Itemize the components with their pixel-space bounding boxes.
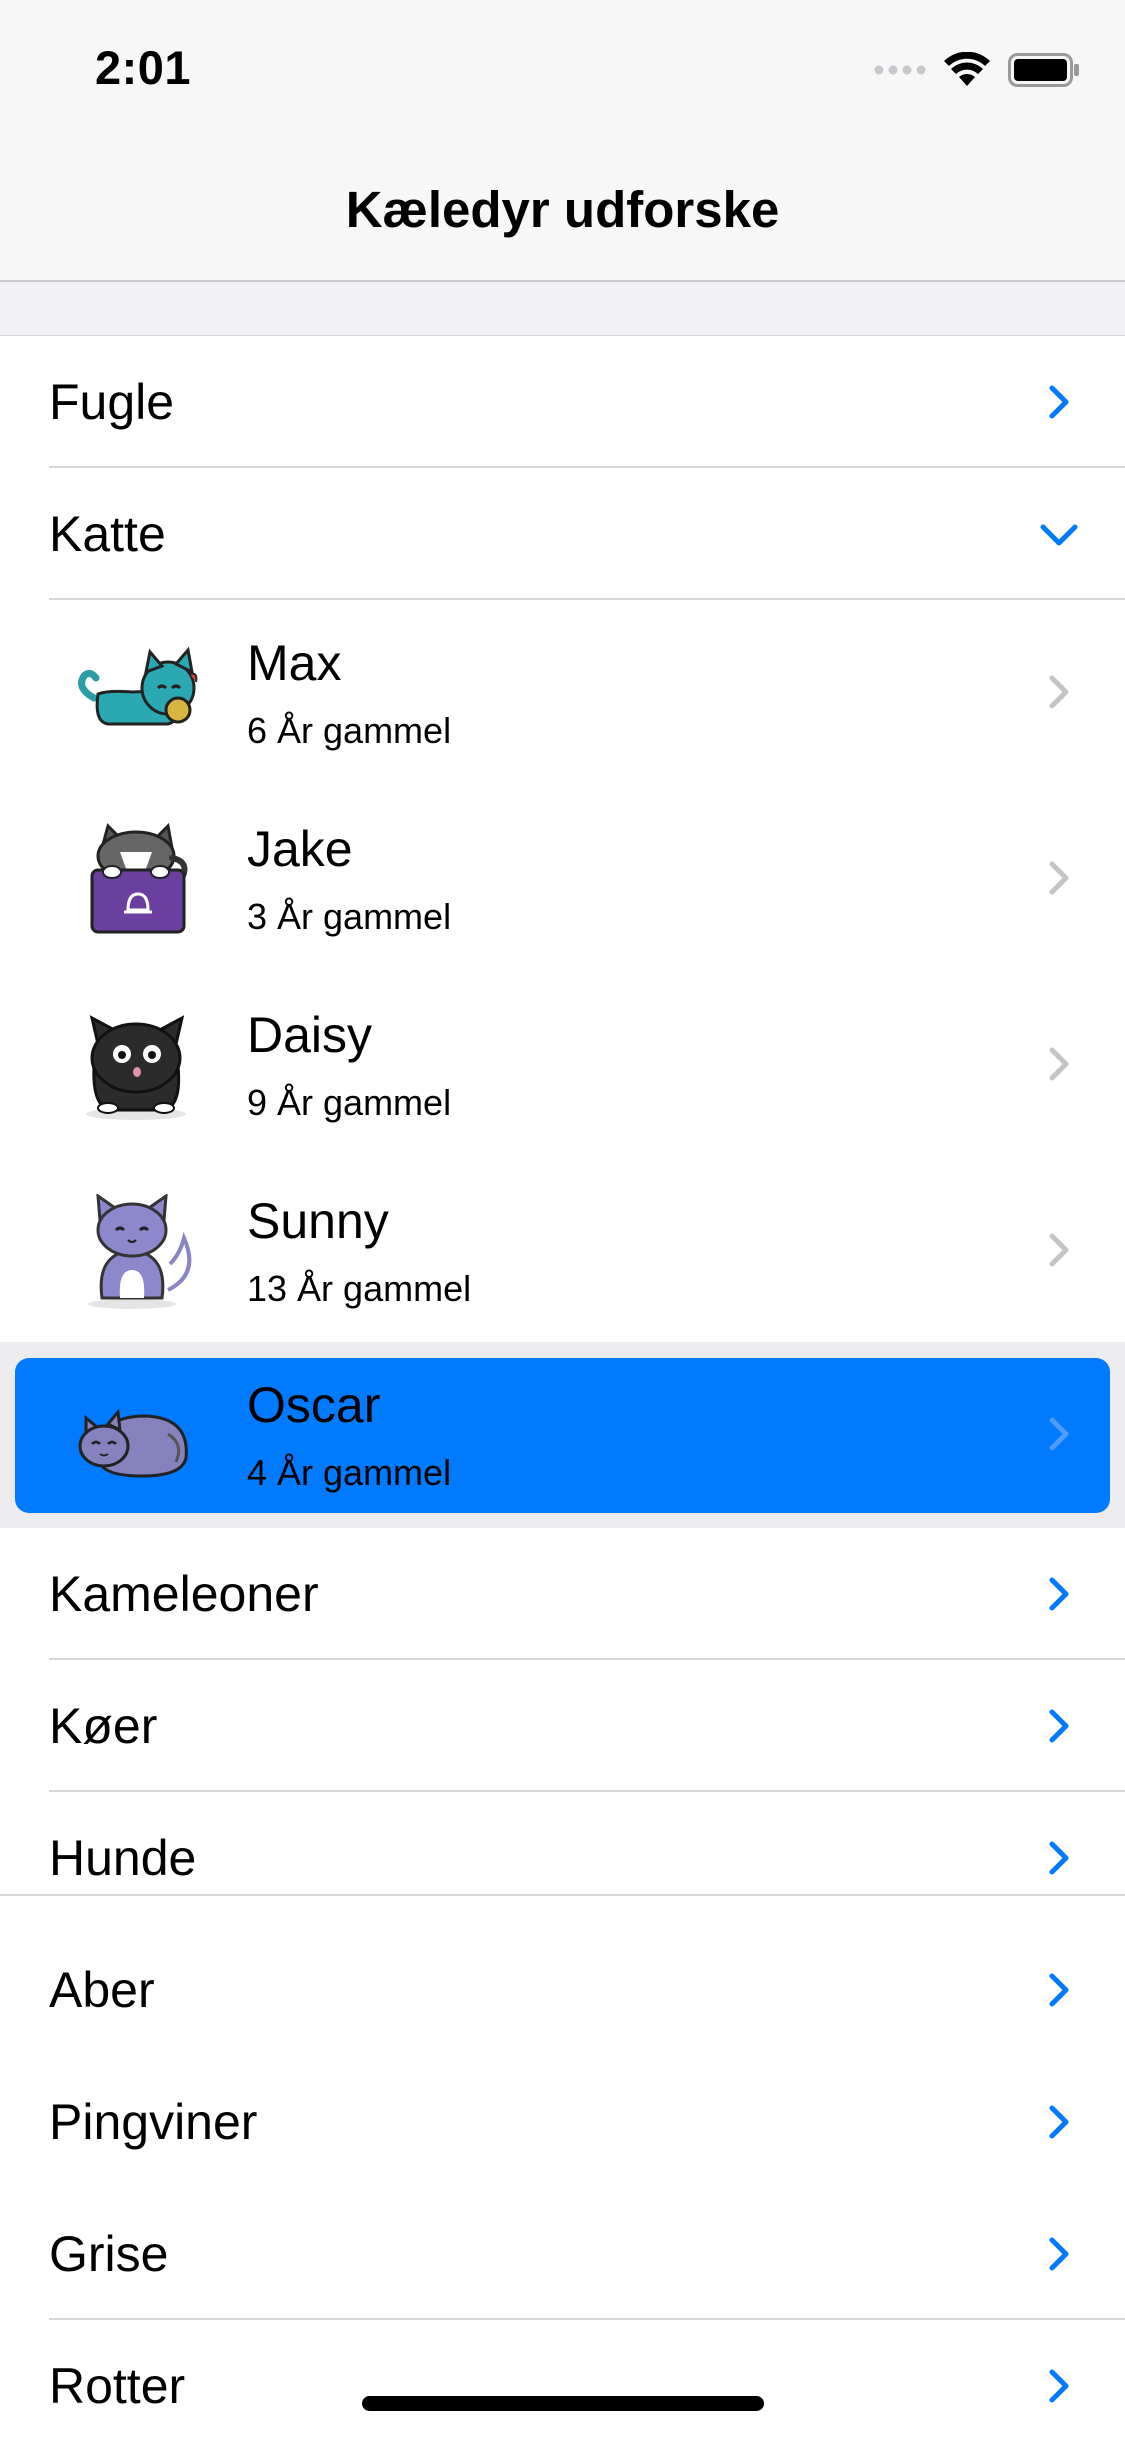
- category-label: Fugle: [49, 374, 175, 430]
- home-indicator[interactable]: [362, 2396, 764, 2411]
- pet-name: Sunny: [247, 1193, 389, 1249]
- chevron-right-icon: [1049, 1233, 1069, 1267]
- pet-name: Daisy: [247, 1007, 373, 1063]
- pet-age: 6 År gammel: [247, 710, 452, 751]
- pet-name: Jake: [247, 821, 353, 877]
- section-header-gap: [0, 282, 1125, 336]
- chevron-right-icon: [1049, 2237, 1069, 2271]
- category-label: Hunde: [49, 1830, 197, 1886]
- category-label: Grise: [49, 2226, 169, 2282]
- category-row-kameleoner[interactable]: Kameleoner: [0, 1528, 1125, 1660]
- pet-name: Oscar: [247, 1377, 381, 1433]
- category-label: Pingviner: [49, 2094, 258, 2150]
- chevron-right-icon: [1049, 1973, 1069, 2007]
- category-row-pingviner[interactable]: Pingviner: [0, 2056, 1125, 2244]
- chevron-down-icon: [1040, 524, 1078, 546]
- category-row-grise[interactable]: Grise: [0, 2188, 1125, 2320]
- chevron-right-icon: [1049, 1841, 1069, 1875]
- status-time: 2:01: [95, 41, 192, 94]
- category-row-katte[interactable]: Katte: [0, 468, 1125, 600]
- category-row-koer[interactable]: Køer: [0, 1660, 1125, 1792]
- category-label: Aber: [49, 1962, 155, 2018]
- chevron-right-icon: [1049, 1577, 1069, 1611]
- pet-row-oscar[interactable]: Oscar 4 År gammel: [0, 1342, 1125, 1528]
- category-row-hunde[interactable]: Hunde: [0, 1792, 1125, 1896]
- battery-icon: [1008, 53, 1079, 87]
- chevron-right-icon: [1049, 861, 1069, 895]
- category-row-rotter[interactable]: Rotter: [0, 2320, 1125, 2436]
- cellular-signal-icon: [874, 65, 926, 75]
- category-label: Katte: [49, 506, 166, 562]
- category-row-fugle[interactable]: Fugle: [0, 336, 1125, 468]
- pet-age: 9 År gammel: [247, 1082, 452, 1123]
- black-cat-icon: [86, 1015, 186, 1120]
- pet-row-daisy[interactable]: Daisy 9 År gammel: [0, 972, 1125, 1158]
- pet-row-jake[interactable]: Jake 3 År gammel: [0, 786, 1125, 972]
- pet-age: 3 År gammel: [247, 896, 452, 937]
- pet-age: 13 År gammel: [247, 1268, 472, 1309]
- chevron-right-icon: [1049, 2369, 1069, 2403]
- chevron-right-icon: [1049, 1047, 1069, 1081]
- status-icons: [874, 50, 1080, 90]
- chevron-right-icon: [1049, 2105, 1069, 2139]
- pet-row-max[interactable]: Max 6 År gammel: [0, 600, 1125, 786]
- category-label: Kameleoner: [49, 1566, 319, 1622]
- chevron-right-icon: [1049, 385, 1069, 419]
- wifi-icon: [944, 52, 990, 86]
- separator: [0, 1894, 1125, 1896]
- navigation-bar: 2:01 Kæledyr udforske: [0, 0, 1125, 282]
- chevron-right-icon: [1049, 1709, 1069, 1743]
- category-label: Køer: [49, 1698, 158, 1754]
- pet-name: Max: [247, 635, 342, 691]
- cat-on-box-icon: [90, 822, 188, 934]
- pet-age: 4 År gammel: [247, 1452, 452, 1493]
- category-row-aber[interactable]: Aber: [0, 1924, 1125, 2056]
- purple-cat-icon: [88, 1194, 192, 1309]
- chevron-right-icon: [1049, 675, 1069, 709]
- teal-cat-icon: [78, 646, 198, 726]
- page-title: Kæledyr udforske: [345, 181, 780, 238]
- sleeping-cat-icon: [78, 1408, 188, 1478]
- chevron-right-icon: [1049, 1417, 1069, 1451]
- pet-row-sunny[interactable]: Sunny 13 År gammel: [0, 1158, 1125, 1344]
- category-label: Rotter: [49, 2358, 186, 2414]
